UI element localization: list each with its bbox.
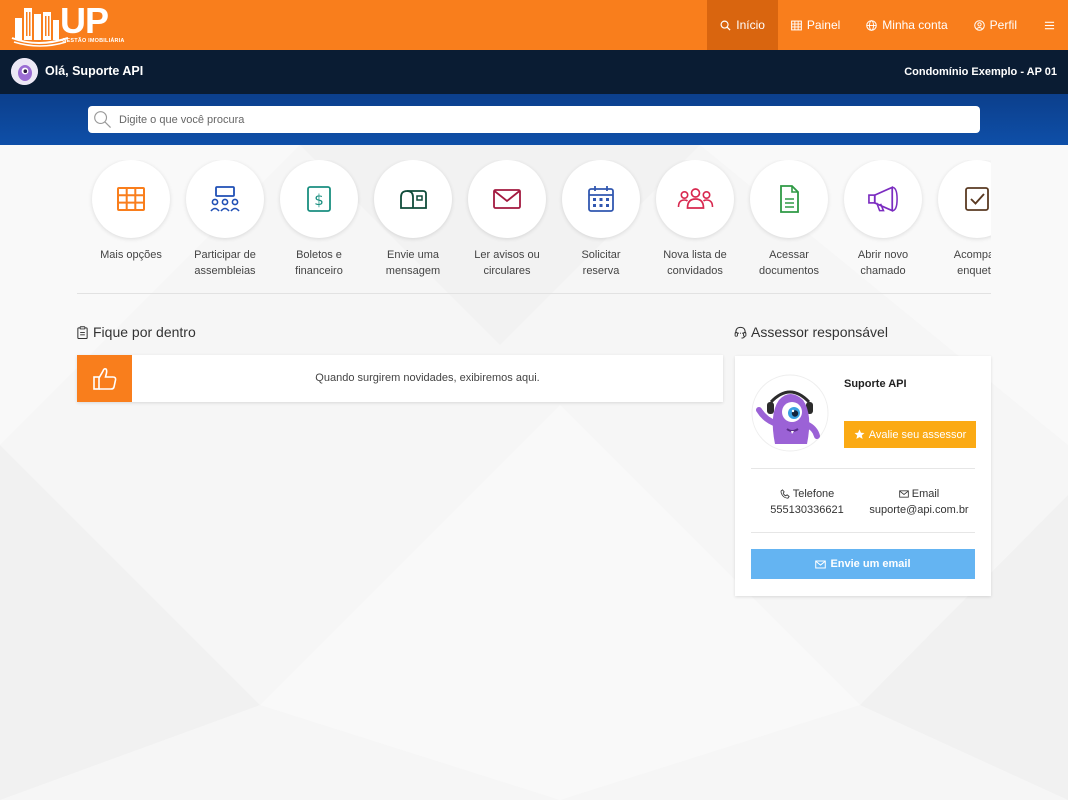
svg-text:$: $ <box>314 191 324 209</box>
main-nav: Início Painel Minha conta Perfil <box>707 0 1068 50</box>
action-lista-convidados[interactable]: Nova lista de convidados <box>648 160 742 279</box>
top-navbar: UP GESTÃO IMOBILIÁRIA Início Painel Minh… <box>0 0 1068 50</box>
mailbox-icon <box>400 190 427 209</box>
avatar[interactable] <box>11 58 38 85</box>
thumbs-up-icon <box>92 367 116 390</box>
search-input[interactable] <box>119 113 980 126</box>
news-section-title: Fique por dentro <box>76 324 196 340</box>
nav-item-perfil[interactable]: Perfil <box>961 0 1030 50</box>
dollar-icon: $ <box>307 186 331 212</box>
action-enviar-mensagem[interactable]: Envie uma mensagem <box>366 160 460 279</box>
nav-label: Perfil <box>989 18 1017 32</box>
condo-unit[interactable]: Condomínio Exemplo - AP 01 <box>904 66 1057 78</box>
rate-advisor-button[interactable]: Avalie seu assessor <box>844 421 976 448</box>
search-strip <box>0 94 1068 145</box>
globe-icon <box>866 19 878 31</box>
action-boletos[interactable]: $ Boletos e financeiro <box>272 160 366 279</box>
advisor-phone[interactable]: Telefone 555130336621 <box>751 486 863 518</box>
brand-name: UP <box>60 0 109 41</box>
star-icon <box>854 429 865 439</box>
advisor-name: Suporte API <box>844 378 907 390</box>
action-circle <box>374 160 452 238</box>
action-label: Abrir novo chamado <box>857 249 909 277</box>
action-circle <box>186 160 264 238</box>
search-icon <box>720 20 731 31</box>
send-email-button[interactable]: Envie um email <box>751 549 975 579</box>
envelope-icon <box>898 490 909 498</box>
headset-icon <box>734 326 747 339</box>
email-value: suporte@api.com.br <box>869 504 969 516</box>
checkbox-icon <box>965 187 989 211</box>
news-empty-text: Quando surgirem novidades, exibiremos aq… <box>315 372 540 384</box>
action-circle <box>468 160 546 238</box>
action-circle <box>562 160 640 238</box>
news-icon-box <box>77 355 132 402</box>
calendar-icon <box>588 186 614 212</box>
search-icon <box>94 111 112 129</box>
clipboard-icon <box>77 325 88 339</box>
nav-label: Painel <box>806 18 841 32</box>
user-bar: Olá, Suporte API Condomínio Exemplo - AP… <box>0 50 1068 94</box>
nav-item-inicio[interactable]: Início <box>707 0 778 50</box>
greeting-text: Olá, Suporte API <box>45 64 144 78</box>
brand-tagline: GESTÃO IMOBILIÁRIA <box>62 38 125 44</box>
news-card: Quando surgirem novidades, exibiremos aq… <box>77 355 723 402</box>
action-label: Participar de assembleias <box>194 249 256 277</box>
nav-item-painel[interactable]: Painel <box>778 0 853 50</box>
action-label: Acessar documentos <box>759 249 819 277</box>
search-box <box>88 106 980 133</box>
action-circle <box>750 160 828 238</box>
action-documentos[interactable]: Acessar documentos <box>742 160 836 279</box>
phone-value: 555130336621 <box>770 504 844 516</box>
action-mais-opcoes[interactable]: Mais opções <box>84 160 178 263</box>
hamburger-menu-button[interactable] <box>1030 0 1068 50</box>
action-reserva[interactable]: Solicitar reserva <box>554 160 648 279</box>
action-circle <box>844 160 922 238</box>
action-circle: $ <box>280 160 358 238</box>
nav-item-minha-conta[interactable]: Minha conta <box>853 0 960 50</box>
action-enquete[interactable]: Acompanenquete <box>930 160 991 279</box>
action-circle <box>656 160 734 238</box>
envelope-icon <box>493 189 521 209</box>
nav-label: Minha conta <box>882 18 948 32</box>
action-label: Solicitar reserva <box>581 249 621 277</box>
quick-actions: Mais opções Participar de assembleias $ B… <box>77 160 991 280</box>
advisor-separator <box>751 532 975 533</box>
users-icon <box>677 188 713 209</box>
envelope-icon <box>815 560 827 568</box>
action-avisos[interactable]: Ler avisos ou circulares <box>460 160 554 279</box>
meeting-icon <box>210 186 240 212</box>
nav-label: Início <box>736 18 765 32</box>
section-divider <box>77 293 991 294</box>
action-label: Nova lista de convidados <box>663 249 727 277</box>
advisor-card: Suporte API Avalie seu assessor Telefone… <box>735 356 991 596</box>
advisor-section-title: Assessor responsável <box>734 324 888 340</box>
action-label: Ler avisos ou circulares <box>474 249 540 277</box>
advisor-email[interactable]: Email suporte@api.com.br <box>863 486 975 518</box>
action-circle <box>938 160 991 238</box>
grid-icon <box>791 20 802 30</box>
document-icon <box>780 185 799 213</box>
advisor-separator <box>751 468 975 469</box>
megaphone-icon <box>867 186 898 212</box>
action-label: Boletos e financeiro <box>295 249 343 277</box>
advisor-avatar <box>751 374 829 452</box>
grid-icon <box>117 187 145 211</box>
action-circle <box>92 160 170 238</box>
action-chamado[interactable]: Abrir novo chamado <box>836 160 930 279</box>
brand-logo[interactable]: UP GESTÃO IMOBILIÁRIA <box>10 0 125 48</box>
action-label: Acompanenquete <box>953 249 991 277</box>
hamburger-icon <box>1044 21 1055 29</box>
user-circle-icon <box>973 19 985 31</box>
action-label: Envie uma mensagem <box>385 249 441 277</box>
action-assembleias[interactable]: Participar de assembleias <box>178 160 272 279</box>
phone-icon <box>780 489 790 499</box>
action-label: Mais opções <box>100 249 162 261</box>
